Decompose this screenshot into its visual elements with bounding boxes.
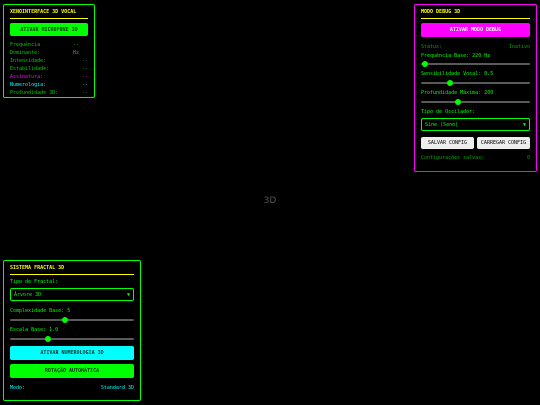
activate-microphone-button[interactable]: ATIVAR MICROFONE 3D bbox=[10, 23, 88, 36]
debug-status-label: Status: bbox=[421, 44, 443, 50]
saved-configs-row: Configurações salvas: 0 bbox=[421, 154, 530, 162]
complexity-label: Complexidade Base: 5 bbox=[10, 308, 71, 314]
slider-track bbox=[421, 82, 530, 84]
slider-thumb[interactable] bbox=[45, 336, 52, 342]
voice-metrics-list: Frequência Dominante: -- Hz Intensidade: --… bbox=[10, 41, 88, 97]
voice-interface-panel: XENOINTERFACE 3D VOCAL ATIVAR MICROFONE … bbox=[3, 4, 95, 98]
voice-metric-row: Frequência Dominante: -- Hz bbox=[10, 41, 88, 57]
voice-metric-label: Profundidade 3D: bbox=[10, 90, 59, 96]
activate-numerology-button[interactable]: ATIVAR NUMEROLOGIA 3D bbox=[10, 346, 134, 360]
auto-rotation-button[interactable]: ROTAÇÃO AUTOMÁTICA bbox=[10, 364, 134, 378]
oscillator-type-label: Tipo de Oscilador: bbox=[421, 109, 476, 115]
base-frequency-label: Frequência Base: 220 Hz bbox=[421, 53, 491, 59]
voice-metric-row: Assinatura: -- bbox=[10, 73, 88, 81]
voice-metric-value: -- bbox=[81, 66, 88, 72]
slider-track bbox=[421, 101, 530, 103]
oscillator-type-select[interactable]: Sine (Seno) ▼ bbox=[421, 118, 530, 131]
voice-metric-value: -- Hz bbox=[72, 42, 80, 56]
fractal-title: SISTEMA FRACTAL 3D bbox=[10, 265, 134, 275]
max-depth-slider[interactable] bbox=[421, 99, 530, 105]
fractal-mode-row: Modo: Standard 3D bbox=[10, 384, 134, 392]
saved-configs-label: Configurações salvas: bbox=[421, 155, 485, 161]
slider-thumb[interactable] bbox=[455, 99, 462, 105]
saved-configs-count: 0 bbox=[526, 155, 530, 161]
debug-title: MODO DEBUG 3D bbox=[421, 9, 530, 19]
debug-status-value: Inativo bbox=[508, 44, 530, 50]
voice-metric-row: Intensidade: -- bbox=[10, 57, 88, 65]
debug-panel: MODO DEBUG 3D ATIVAR MODO DEBUG Status: … bbox=[414, 4, 537, 172]
slider-track bbox=[10, 319, 134, 321]
slider-thumb[interactable] bbox=[61, 317, 68, 323]
voice-metric-label: Estabilidade: bbox=[10, 66, 50, 72]
debug-mode-button[interactable]: ATIVAR MODO DEBUG bbox=[421, 23, 530, 37]
voice-metric-label: Intensidade: bbox=[10, 58, 47, 64]
oscillator-type-value: Sine (Seno) bbox=[425, 121, 459, 128]
voice-interface-title: XENOINTERFACE 3D VOCAL bbox=[10, 9, 88, 19]
slider-track bbox=[10, 338, 134, 340]
fractal-type-select[interactable]: Árvore 3D ▼ bbox=[10, 288, 134, 301]
complexity-slider[interactable] bbox=[10, 317, 134, 323]
voice-metric-label: Numerologia: bbox=[10, 82, 47, 88]
load-config-button[interactable]: CARREGAR CONFIG bbox=[477, 137, 530, 149]
fractal-mode-value: Standard 3D bbox=[100, 385, 134, 391]
vocal-sensitivity-label: Sensibilidade Vocal: 0.5 bbox=[421, 71, 494, 77]
voice-metric-label: Frequência Dominante: bbox=[10, 42, 41, 56]
voice-metric-row: Profundidade 3D: -- bbox=[10, 89, 88, 97]
center-3d-label: 3D bbox=[263, 196, 277, 206]
scale-slider[interactable] bbox=[10, 336, 134, 342]
voice-metric-value: -- bbox=[81, 82, 88, 88]
scale-label: Escala Base: 1.0 bbox=[10, 327, 59, 333]
fractal-type-value: Árvore 3D bbox=[14, 291, 42, 298]
voice-metric-value: -- bbox=[81, 58, 88, 64]
slider-track bbox=[421, 63, 530, 65]
save-config-button[interactable]: SALVAR CONFIG bbox=[421, 137, 474, 149]
chevron-down-icon: ▼ bbox=[522, 121, 526, 128]
base-frequency-slider[interactable] bbox=[421, 61, 530, 67]
fractal-mode-label: Modo: bbox=[10, 385, 26, 391]
fractal-panel: SISTEMA FRACTAL 3D Tipo de Fractal: Árvo… bbox=[3, 260, 141, 401]
fractal-type-label: Tipo de Fractal: bbox=[10, 279, 59, 285]
slider-thumb[interactable] bbox=[447, 80, 454, 86]
voice-metric-label: Assinatura: bbox=[10, 74, 44, 80]
chevron-down-icon: ▼ bbox=[126, 291, 130, 298]
voice-metric-row: Numerologia: -- bbox=[10, 81, 88, 89]
voice-metric-value: -- bbox=[81, 74, 88, 80]
slider-thumb[interactable] bbox=[422, 61, 429, 67]
voice-metric-value: -- bbox=[81, 90, 88, 96]
vocal-sensitivity-slider[interactable] bbox=[421, 80, 530, 86]
max-depth-label: Profundidade Máxima: 200 bbox=[421, 90, 494, 96]
voice-metric-row: Estabilidade: -- bbox=[10, 65, 88, 73]
debug-status-row: Status: Inativo bbox=[421, 43, 530, 51]
